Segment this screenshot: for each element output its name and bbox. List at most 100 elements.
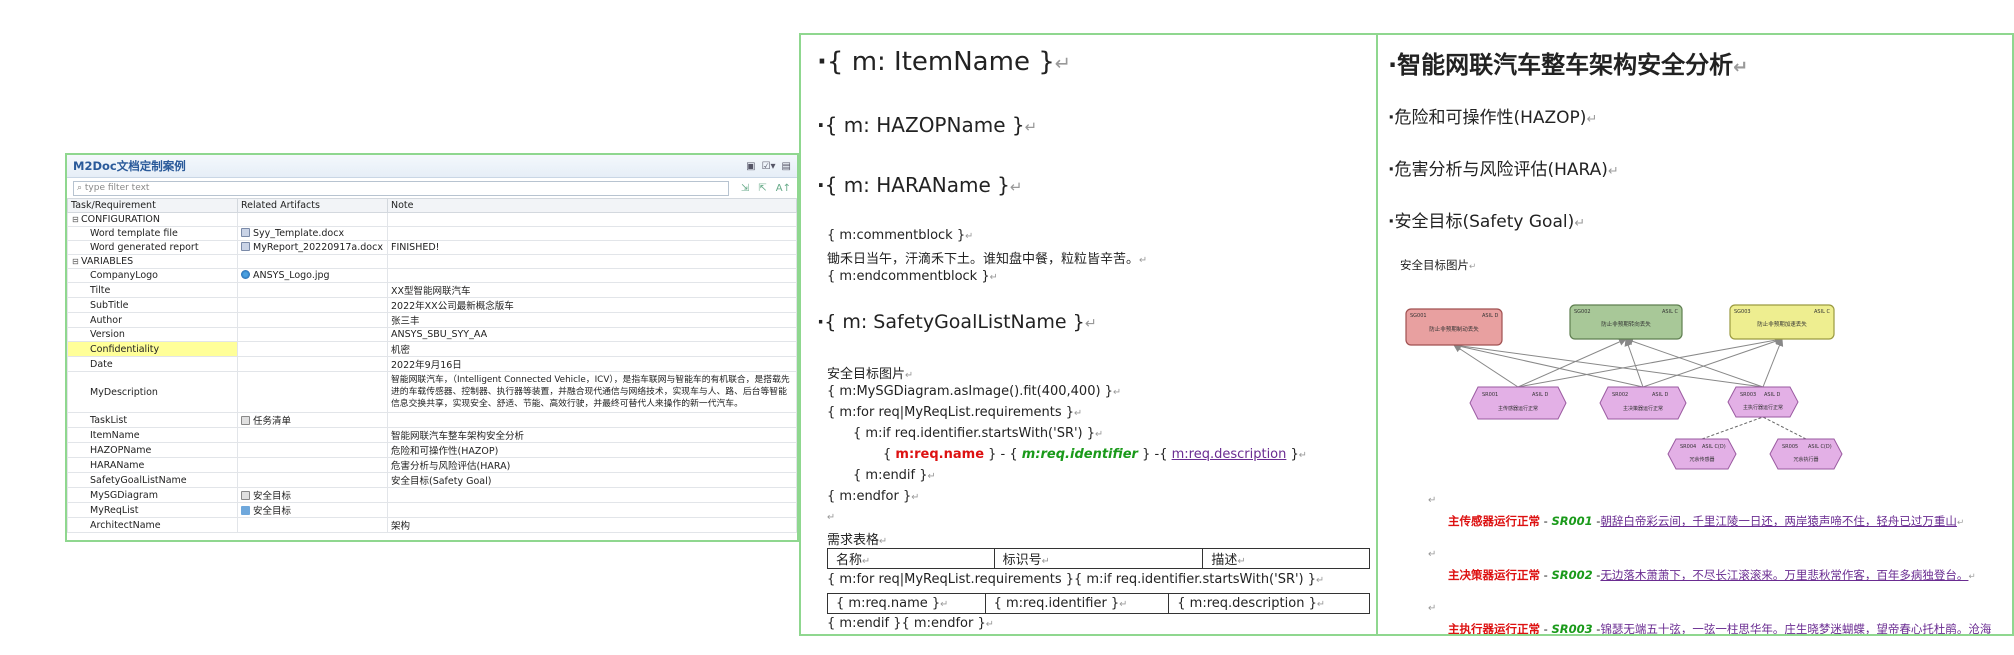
row-note-cell[interactable] — [387, 254, 797, 269]
row-artifact-cell[interactable] — [237, 371, 388, 413]
row-task-cell[interactable]: Confidentiality — [67, 341, 238, 357]
table-row[interactable]: Confidentiality 机密 — [67, 341, 797, 357]
table-row[interactable]: ⊟ VARIABLES — [67, 254, 797, 269]
validate-icon[interactable]: ☑▾ — [762, 161, 776, 172]
row-task-cell[interactable]: ItemName — [67, 427, 238, 443]
table-row[interactable]: CompanyLogo ANSYS_Logo.jpg — [67, 268, 797, 283]
row-artifact-cell[interactable] — [237, 282, 388, 298]
filter-input[interactable]: ⌕ type filter text — [73, 180, 729, 196]
requirement-node[interactable]: SR003 ASIL D 主执行器运行正常 — [1727, 386, 1799, 418]
column-header-note[interactable]: Note — [387, 198, 797, 213]
table-row[interactable]: MySGDiagram 安全目标 — [67, 487, 797, 503]
row-task-cell[interactable]: Word generated report — [67, 240, 238, 255]
row-note-cell[interactable]: 机密 — [387, 341, 797, 357]
row-note-cell[interactable]: 架构 — [387, 517, 797, 533]
row-artifact-cell[interactable] — [237, 472, 388, 488]
row-note-cell[interactable]: 智能网联汽车整车架构安全分析 — [387, 427, 797, 443]
row-artifact-cell[interactable] — [237, 457, 388, 473]
column-header-artifacts[interactable]: Related Artifacts — [237, 198, 388, 213]
sort-icon[interactable]: A↑ — [776, 183, 791, 194]
generate-icon[interactable]: ▣ — [746, 161, 755, 172]
collapse-toggle-icon[interactable]: ⊟ — [72, 215, 81, 224]
requirement-node[interactable]: SR001 ASIL D 主传感器运行正常 — [1469, 386, 1567, 420]
column-header-task[interactable]: Task/Requirement — [67, 198, 238, 213]
collapse-toggle-icon[interactable]: ⊟ — [72, 257, 81, 266]
row-note-cell[interactable]: 2022年9月16日 — [387, 356, 797, 372]
row-artifact-cell[interactable] — [237, 442, 388, 458]
row-artifact-cell[interactable] — [237, 297, 388, 313]
row-artifact-cell[interactable]: 任务清单 — [237, 412, 388, 428]
row-task-cell[interactable]: MySGDiagram — [67, 487, 238, 503]
row-note-cell[interactable] — [387, 502, 797, 518]
safety-goal-node[interactable]: SG001 ASIL D防止非预期制动丢失 — [1405, 308, 1503, 346]
row-artifact-cell[interactable] — [237, 254, 388, 269]
row-task-cell[interactable]: ArchitectName — [67, 517, 238, 533]
requirement-node[interactable]: SR004 ASIL C(D) 冗余传感器 — [1667, 438, 1737, 470]
row-note-cell[interactable]: ANSYS_SBU_SYY_AA — [387, 327, 797, 342]
table-row[interactable]: SafetyGoalListName 安全目标(Safety Goal) — [67, 472, 797, 488]
safety-goal-node[interactable]: SG003 ASIL C 防止非预期加速丢失 — [1729, 304, 1835, 340]
row-note-cell[interactable]: 张三丰 — [387, 312, 797, 328]
row-artifact-cell[interactable]: MyReport_20220917a.docx — [237, 240, 388, 255]
row-note-cell[interactable] — [387, 412, 797, 428]
row-note-cell[interactable] — [387, 487, 797, 503]
table-row[interactable]: HARAName 危害分析与风险评估(HARA) — [67, 457, 797, 473]
table-row[interactable]: MyReqList 安全目标 — [67, 502, 797, 518]
table-row[interactable]: Version ANSYS_SBU_SYY_AA — [67, 327, 797, 342]
table-row[interactable]: Word template file Syy_Template.docx — [67, 226, 797, 241]
row-artifact-cell[interactable]: 安全目标 — [237, 502, 388, 518]
collapse-all-icon[interactable]: ⇱ — [758, 183, 766, 194]
table-row[interactable]: Date 2022年9月16日 — [67, 356, 797, 372]
row-artifact-cell[interactable] — [237, 327, 388, 342]
expand-all-icon[interactable]: ⇲ — [741, 183, 749, 194]
row-note-cell[interactable]: 智能网联汽车，（Intelligent Connected Vehicle，IC… — [387, 371, 797, 413]
row-note-cell[interactable]: 2022年XX公司最新概念版车 — [387, 297, 797, 313]
row-artifact-cell[interactable] — [237, 517, 388, 533]
row-note-cell[interactable] — [387, 268, 797, 283]
row-task-cell[interactable]: TaskList — [67, 412, 238, 428]
row-task-cell[interactable]: MyReqList — [67, 502, 238, 518]
row-note-cell[interactable] — [387, 212, 797, 227]
safety-goal-node[interactable]: SG002 ASIL C 防止非预期转向丢失 — [1569, 304, 1683, 340]
row-task-cell[interactable]: CompanyLogo — [67, 268, 238, 283]
row-artifact-cell[interactable]: ANSYS_Logo.jpg — [237, 268, 388, 283]
row-artifact-cell[interactable] — [237, 427, 388, 443]
row-task-cell[interactable]: Tilte — [67, 282, 238, 298]
row-note-cell[interactable]: 安全目标(Safety Goal) — [387, 472, 797, 488]
row-task-cell[interactable]: Word template file — [67, 226, 238, 241]
row-note-cell[interactable]: 危险和可操作性(HAZOP) — [387, 442, 797, 458]
row-task-cell[interactable]: Date — [67, 356, 238, 372]
table-row[interactable]: ArchitectName 架构 — [67, 517, 797, 533]
table-row[interactable]: Author 张三丰 — [67, 312, 797, 328]
table-row[interactable]: ItemName 智能网联汽车整车架构安全分析 — [67, 427, 797, 443]
row-task-cell[interactable]: ⊟ CONFIGURATION — [67, 212, 238, 227]
row-artifact-cell[interactable] — [237, 341, 388, 357]
table-row[interactable]: SubTitle 2022年XX公司最新概念版车 — [67, 297, 797, 313]
row-task-cell[interactable]: SafetyGoalListName — [67, 472, 238, 488]
requirement-node[interactable]: SR005 ASIL C(D) 冗余执行器 — [1769, 438, 1843, 470]
row-task-cell[interactable]: ⊟ VARIABLES — [67, 254, 238, 269]
row-note-cell[interactable]: 危害分析与风险评估(HARA) — [387, 457, 797, 473]
table-row[interactable]: TaskList 任务清单 — [67, 412, 797, 428]
table-row[interactable]: Word generated report MyReport_20220917a.… — [67, 240, 797, 255]
row-note-cell[interactable]: XX型智能网联汽车 — [387, 282, 797, 298]
row-task-cell[interactable]: HARAName — [67, 457, 238, 473]
row-task-cell[interactable]: MyDescription — [67, 371, 238, 413]
row-task-cell[interactable]: Author — [67, 312, 238, 328]
table-row[interactable]: ⊟ CONFIGURATION — [67, 212, 797, 227]
row-artifact-cell[interactable] — [237, 212, 388, 227]
row-artifact-cell[interactable]: Syy_Template.docx — [237, 226, 388, 241]
requirement-node[interactable]: SR002 ASIL D 主决策器运行正常 — [1599, 386, 1687, 420]
row-task-cell[interactable]: Version — [67, 327, 238, 342]
table-row[interactable]: HAZOPName 危险和可操作性(HAZOP) — [67, 442, 797, 458]
row-artifact-cell[interactable] — [237, 356, 388, 372]
row-note-cell[interactable]: FINISHED! — [387, 240, 797, 255]
row-task-cell[interactable]: SubTitle — [67, 297, 238, 313]
view-menu-icon[interactable]: ▤ — [782, 161, 791, 172]
row-artifact-cell[interactable] — [237, 312, 388, 328]
row-note-cell[interactable] — [387, 226, 797, 241]
row-artifact-cell[interactable]: 安全目标 — [237, 487, 388, 503]
table-row[interactable]: MyDescription 智能网联汽车，（Intelligent Connect… — [67, 371, 797, 413]
table-row[interactable]: Tilte XX型智能网联汽车 — [67, 282, 797, 298]
row-task-cell[interactable]: HAZOPName — [67, 442, 238, 458]
